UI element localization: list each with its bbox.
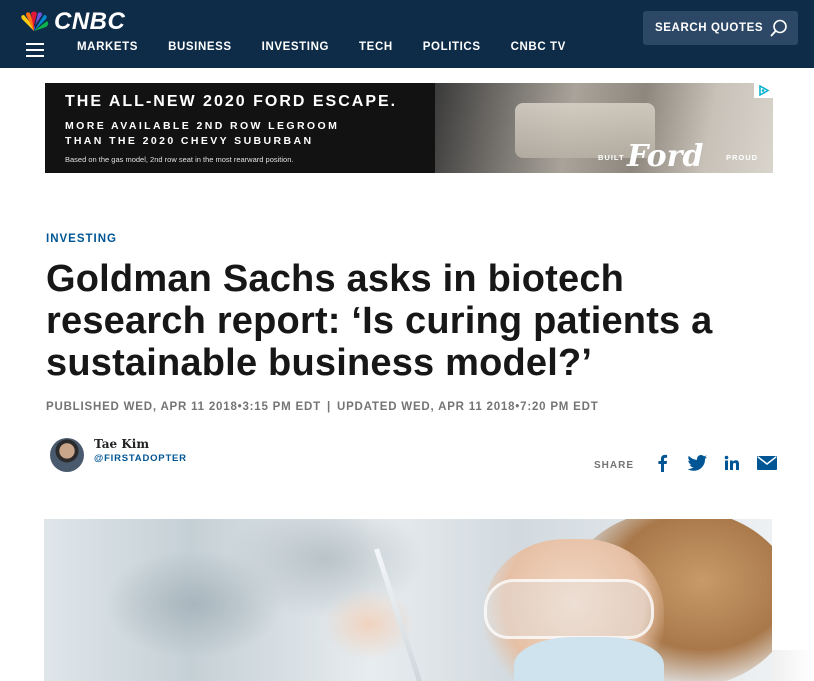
nav-item-markets[interactable]: MARKETS <box>77 41 138 53</box>
hamburger-menu-icon[interactable] <box>26 43 44 57</box>
author-byline: Tae Kim @FIRSTADOPTER <box>50 437 187 472</box>
nav-item-politics[interactable]: POLITICS <box>423 41 481 53</box>
twitter-icon <box>687 455 708 471</box>
hero-face-mask <box>514 637 664 681</box>
search-quotes-label: SEARCH QUOTES <box>655 22 764 34</box>
adchoices-icon[interactable] <box>754 83 773 98</box>
share-label: SHARE <box>594 459 635 471</box>
hero-goggles <box>484 579 654 639</box>
ad-subline-1: MORE AVAILABLE 2ND ROW LEGROOM <box>65 120 340 132</box>
cnbc-logo[interactable]: CNBC <box>18 9 125 35</box>
brand-wordmark: CNBC <box>54 8 126 35</box>
ad-banner[interactable]: THE ALL-NEW 2020 FORD ESCAPE. MORE AVAIL… <box>45 83 773 173</box>
author-meta: Tae Kim @FIRSTADOPTER <box>94 437 187 464</box>
linkedin-icon <box>724 455 740 470</box>
facebook-share-button[interactable] <box>652 453 672 473</box>
section-kicker[interactable]: INVESTING <box>46 233 117 245</box>
article-title: Goldman Sachs asks in biotech research r… <box>46 258 713 384</box>
nav-item-investing[interactable]: INVESTING <box>262 41 329 53</box>
ad-subline-2: THAN THE 2020 CHEVY SUBURBAN <box>65 135 314 147</box>
linkedin-share-button[interactable] <box>722 453 742 473</box>
email-icon <box>757 456 778 470</box>
twitter-share-button[interactable] <box>687 453 708 473</box>
nav-item-business[interactable]: BUSINESS <box>168 41 232 53</box>
author-name-link[interactable]: Tae Kim <box>94 437 187 451</box>
peacock-icon <box>21 11 49 32</box>
ad-built-text: BUILT <box>598 153 625 162</box>
article-timestamp: PUBLISHED WED, APR 11 2018•3:15 PM EDT | U… <box>46 401 599 413</box>
ad-proud-text: PROUD <box>726 153 759 162</box>
ad-subline: MORE AVAILABLE 2ND ROW LEGROOM THAN THE … <box>65 119 425 149</box>
updated-time: UPDATED WED, APR 11 2018•7:20 PM EDT <box>336 401 599 413</box>
ad-headline: THE ALL-NEW 2020 FORD ESCAPE. <box>65 93 398 110</box>
site-header: CNBC MARKETS BUSINESS INVESTING TECH POL… <box>0 0 814 68</box>
author-twitter-handle[interactable]: @FIRSTADOPTER <box>94 453 187 464</box>
facebook-icon <box>658 454 668 472</box>
ford-logo: Ford <box>627 139 704 173</box>
nav-item-cnbc-tv[interactable]: CNBC TV <box>511 41 566 53</box>
published-time: PUBLISHED WED, APR 11 2018•3:15 PM EDT <box>46 401 321 413</box>
page-edge-shadow <box>772 650 814 681</box>
search-quotes-button[interactable]: SEARCH QUOTES <box>643 11 798 45</box>
article-hero-image <box>44 519 772 681</box>
author-avatar[interactable] <box>50 438 84 472</box>
ad-fine-print: Based on the gas model, 2nd row seat in … <box>65 155 294 164</box>
nav-item-tech[interactable]: TECH <box>359 41 393 53</box>
main-nav: MARKETS BUSINESS INVESTING TECH POLITICS… <box>77 41 566 53</box>
timestamp-separator: | <box>326 401 331 413</box>
search-icon <box>770 19 787 37</box>
share-bar: SHARE <box>594 453 778 473</box>
email-share-button[interactable] <box>757 453 778 473</box>
